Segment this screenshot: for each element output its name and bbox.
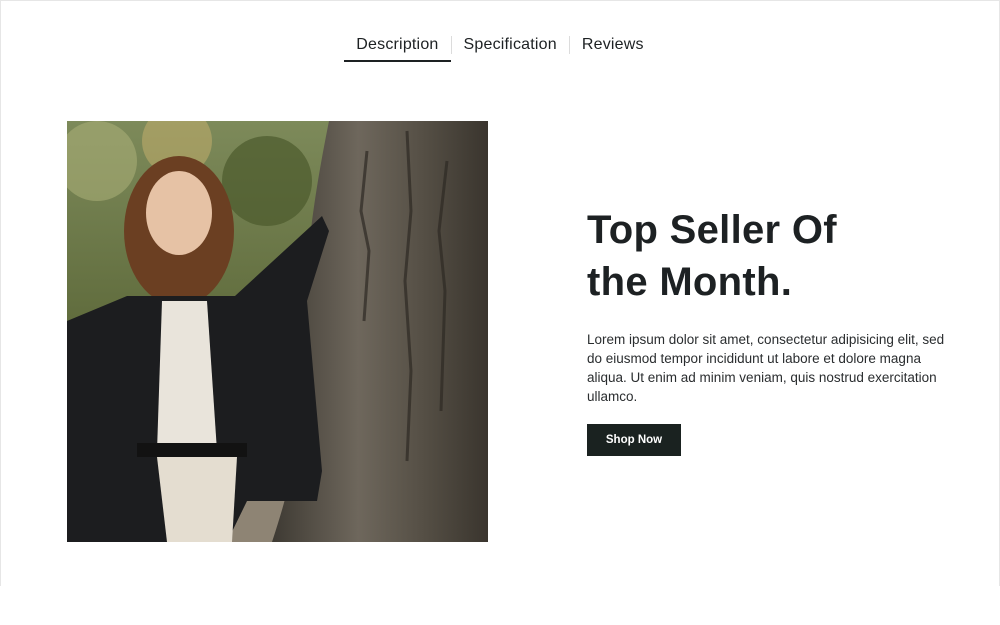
tab-specification[interactable]: Specification xyxy=(452,36,569,62)
tab-reviews[interactable]: Reviews xyxy=(570,36,656,62)
tab-description[interactable]: Description xyxy=(344,36,451,62)
headline-line-2: the Month. xyxy=(587,260,793,304)
product-photo xyxy=(67,121,488,542)
feature-description: Lorem ipsum dolor sit amet, consectetur … xyxy=(587,332,945,404)
product-tabs: Description Specification Reviews xyxy=(0,36,1000,62)
feature-headline: Top Seller Of the Month. xyxy=(587,204,947,308)
headline-line-1: Top Seller Of xyxy=(587,208,837,252)
bottom-section xyxy=(0,586,1000,625)
feature-content: Top Seller Of the Month. Lorem ipsum dol… xyxy=(587,204,947,456)
shop-now-button[interactable]: Shop Now xyxy=(587,424,681,456)
